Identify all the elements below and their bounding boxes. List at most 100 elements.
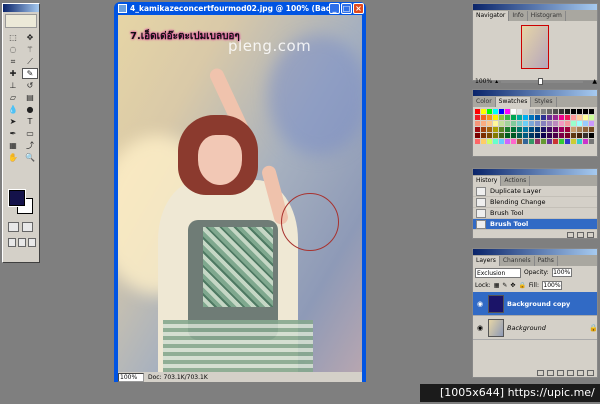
color-swatch[interactable]: [493, 133, 498, 138]
color-swatch[interactable]: [571, 139, 576, 144]
document-titlebar[interactable]: 4_kamikazeconcertfourmod02.jpg @ 100% (B…: [114, 2, 366, 15]
navigator-thumbnail[interactable]: [521, 25, 549, 69]
eye-icon[interactable]: ◉: [475, 324, 485, 332]
color-swatch[interactable]: [481, 139, 486, 144]
history-item[interactable]: Brush Tool: [473, 208, 597, 219]
type-icon[interactable]: T: [22, 116, 38, 127]
screen-mode-standard-icon[interactable]: [8, 238, 16, 247]
color-swatch[interactable]: [517, 133, 522, 138]
link-layers-icon[interactable]: [537, 370, 544, 376]
history-item[interactable]: Duplicate Layer: [473, 186, 597, 197]
new-document-icon[interactable]: [567, 231, 574, 238]
color-swatch[interactable]: [475, 121, 480, 126]
color-swatch[interactable]: [571, 127, 576, 132]
color-swatch[interactable]: [589, 109, 594, 114]
color-swatch[interactable]: [529, 133, 534, 138]
color-swatch[interactable]: [529, 139, 534, 144]
history-item-selected[interactable]: Brush Tool: [473, 219, 597, 230]
color-swatch[interactable]: [523, 127, 528, 132]
color-swatch[interactable]: [481, 127, 486, 132]
color-swatch[interactable]: [475, 133, 480, 138]
color-swatch[interactable]: [541, 109, 546, 114]
color-swatch[interactable]: [511, 133, 516, 138]
color-swatch[interactable]: [589, 139, 594, 144]
color-swatch[interactable]: [583, 139, 588, 144]
tab-color[interactable]: Color: [473, 97, 496, 107]
color-swatch[interactable]: [553, 133, 558, 138]
tab-paths[interactable]: Paths: [535, 256, 558, 266]
color-swatch[interactable]: [535, 115, 540, 120]
lock-transparency-icon[interactable]: ▦: [494, 282, 500, 289]
color-swatch[interactable]: [565, 127, 570, 132]
new-layer-icon[interactable]: [577, 370, 584, 376]
color-swatch[interactable]: [571, 121, 576, 126]
color-swatch[interactable]: [577, 109, 582, 114]
color-swatch[interactable]: [571, 133, 576, 138]
color-swatch[interactable]: [553, 115, 558, 120]
color-swatch[interactable]: [589, 115, 594, 120]
eraser-icon[interactable]: ▱: [5, 92, 21, 103]
layer-style-icon[interactable]: [547, 370, 554, 376]
color-swatch[interactable]: [541, 139, 546, 144]
tab-navigator[interactable]: Navigator: [473, 11, 510, 21]
color-swatch[interactable]: [511, 109, 516, 114]
color-swatch[interactable]: [559, 109, 564, 114]
magic-wand-icon[interactable]: ⚚: [22, 44, 38, 55]
color-swatch[interactable]: [535, 133, 540, 138]
screen-mode-full-menu-icon[interactable]: [18, 238, 26, 247]
color-swatch[interactable]: [523, 121, 528, 126]
screen-mode-full-icon[interactable]: [28, 238, 36, 247]
color-swatch[interactable]: [475, 139, 480, 144]
notes-icon[interactable]: ▦: [5, 140, 21, 151]
lasso-icon[interactable]: ◌: [5, 44, 21, 55]
color-swatch[interactable]: [511, 139, 516, 144]
foreground-color-swatch[interactable]: [8, 189, 26, 207]
color-swatch[interactable]: [565, 115, 570, 120]
zoom-out-icon[interactable]: ▴: [495, 78, 498, 85]
color-swatch[interactable]: [547, 115, 552, 120]
color-swatch[interactable]: [541, 133, 546, 138]
color-swatch[interactable]: [535, 121, 540, 126]
color-swatch[interactable]: [589, 133, 594, 138]
color-swatch[interactable]: [481, 115, 486, 120]
minimize-button[interactable]: _: [329, 3, 340, 14]
color-swatch[interactable]: [571, 109, 576, 114]
color-swatch[interactable]: [505, 109, 510, 114]
color-swatch[interactable]: [583, 133, 588, 138]
color-swatch[interactable]: [493, 109, 498, 114]
lock-paint-icon[interactable]: ✎: [502, 282, 507, 289]
zoom-slider-knob[interactable]: [538, 77, 544, 85]
standard-mode-icon[interactable]: [8, 222, 19, 232]
color-swatch[interactable]: [487, 139, 492, 144]
color-swatch[interactable]: [529, 109, 534, 114]
color-swatch[interactable]: [541, 115, 546, 120]
color-swatch[interactable]: [541, 127, 546, 132]
color-swatch[interactable]: [565, 109, 570, 114]
fill-field[interactable]: 100%: [541, 281, 562, 290]
navigator-zoom-value[interactable]: 100%: [475, 78, 492, 85]
color-swatch[interactable]: [577, 133, 582, 138]
color-swatch[interactable]: [577, 115, 582, 120]
color-swatch[interactable]: [505, 115, 510, 120]
history-brush-icon[interactable]: ↺: [22, 80, 38, 91]
color-swatch[interactable]: [523, 109, 528, 114]
color-swatch[interactable]: [505, 133, 510, 138]
pen-icon[interactable]: ✒: [5, 128, 21, 139]
color-swatch[interactable]: [565, 133, 570, 138]
maximize-button[interactable]: □: [341, 3, 352, 14]
color-swatch[interactable]: [565, 121, 570, 126]
close-button[interactable]: ×: [353, 3, 364, 14]
color-swatch[interactable]: [499, 139, 504, 144]
color-swatch[interactable]: [517, 115, 522, 120]
trash-icon[interactable]: [587, 370, 594, 376]
color-swatch[interactable]: [529, 115, 534, 120]
color-swatch[interactable]: [505, 121, 510, 126]
color-swatch[interactable]: [583, 115, 588, 120]
history-item[interactable]: Blending Change: [473, 197, 597, 208]
color-swatch[interactable]: [499, 109, 504, 114]
color-swatch[interactable]: [517, 127, 522, 132]
new-group-icon[interactable]: [567, 370, 574, 376]
color-swatch[interactable]: [481, 133, 486, 138]
zoom-field[interactable]: 100%: [118, 372, 144, 382]
color-swatch[interactable]: [505, 127, 510, 132]
